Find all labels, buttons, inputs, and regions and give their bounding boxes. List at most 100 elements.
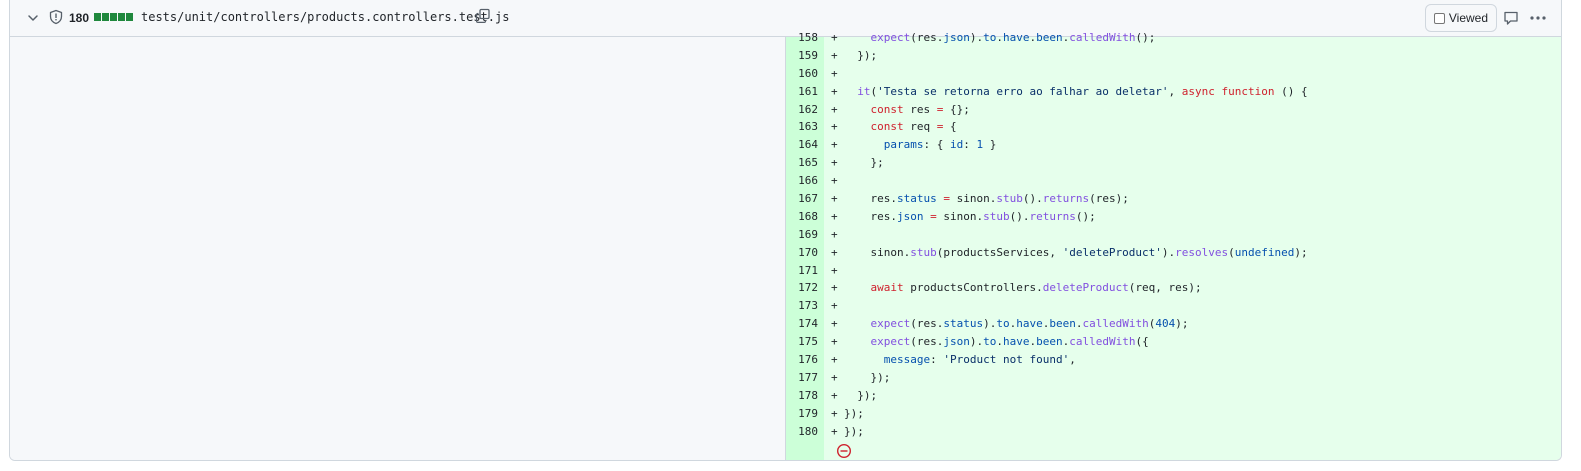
line-number[interactable]: 168 bbox=[786, 208, 818, 226]
no-entry-icon bbox=[836, 443, 852, 459]
code-text: res.status = sinon.stub().returns(res); bbox=[844, 192, 1129, 206]
line-number[interactable]: 178 bbox=[786, 387, 818, 405]
diff-marker: + bbox=[831, 424, 838, 438]
code-text: params: { id: 1 } bbox=[883, 138, 997, 152]
diffstat-block bbox=[94, 13, 101, 21]
diff-marker: + bbox=[831, 31, 838, 44]
diff-marker: + bbox=[831, 209, 838, 223]
line-number[interactable]: 166 bbox=[786, 172, 818, 190]
diff-marker: + bbox=[831, 84, 838, 98]
chevron-down-icon[interactable] bbox=[25, 10, 41, 26]
diff-marker: + bbox=[831, 245, 838, 259]
code-text: expect(res.json).to.have.been.calledWith… bbox=[870, 335, 1149, 349]
diff-line: 159 + }); bbox=[786, 47, 1561, 65]
code-text: await productsControllers.deleteProduct(… bbox=[870, 281, 1202, 295]
diff-line: 175 + expect(res.json).to.have.been.calle… bbox=[786, 333, 1561, 351]
line-number[interactable]: 170 bbox=[786, 244, 818, 262]
code-text: }); bbox=[844, 388, 878, 402]
diffstat-block bbox=[102, 13, 109, 21]
line-number[interactable]: 167 bbox=[786, 190, 818, 208]
diff-right-pane: 158 + expect(res.json).to.have.been.calle… bbox=[786, 31, 1561, 460]
line-number[interactable]: 174 bbox=[786, 315, 818, 333]
diff-line: 166 + bbox=[786, 172, 1561, 190]
diff-line: 179 +}); bbox=[786, 405, 1561, 423]
line-number[interactable]: 159 bbox=[786, 47, 818, 65]
diff-line: 167 + res.status = sinon.stub().returns(r… bbox=[786, 190, 1561, 208]
comment-icon[interactable] bbox=[1503, 10, 1519, 26]
diff-marker: + bbox=[831, 353, 838, 367]
line-number[interactable]: 180 bbox=[786, 423, 818, 441]
line-number[interactable]: 173 bbox=[786, 297, 818, 315]
line-number[interactable]: 162 bbox=[786, 101, 818, 119]
diff-marker: + bbox=[831, 102, 838, 116]
code-text: message: 'Product not found', bbox=[883, 353, 1076, 367]
line-number[interactable]: 175 bbox=[786, 333, 818, 351]
diff-line: 172 + await productsControllers.deletePro… bbox=[786, 279, 1561, 297]
diff-line: 170 + sinon.stub(productsServices, 'delet… bbox=[786, 244, 1561, 262]
diff-marker: + bbox=[831, 174, 838, 188]
line-number[interactable]: 165 bbox=[786, 154, 818, 172]
diff-line: 178 + }); bbox=[786, 387, 1561, 405]
diff-lines: 158 + expect(res.json).to.have.been.calle… bbox=[786, 29, 1561, 440]
diff-line: 174 + expect(res.status).to.have.been.cal… bbox=[786, 315, 1561, 333]
line-number[interactable]: 161 bbox=[786, 83, 818, 101]
diff-marker: + bbox=[831, 263, 838, 277]
viewed-checkbox[interactable] bbox=[1433, 12, 1445, 24]
code-text: expect(res.json).to.have.been.calledWith… bbox=[870, 31, 1156, 44]
line-number[interactable]: 164 bbox=[786, 136, 818, 154]
diff-line: 177 + }); bbox=[786, 369, 1561, 387]
diff-marker: + bbox=[831, 317, 838, 331]
diff-line: 171 + bbox=[786, 262, 1561, 280]
diff-line: 161 + it('Testa se retorna erro ao falhar… bbox=[786, 83, 1561, 101]
viewed-toggle[interactable]: Viewed bbox=[1424, 4, 1497, 32]
code-text: }; bbox=[844, 156, 884, 170]
line-number[interactable]: 172 bbox=[786, 279, 818, 297]
line-number[interactable]: 177 bbox=[786, 369, 818, 387]
diffstat-block bbox=[118, 13, 125, 21]
diff-line: 163 + const req = { bbox=[786, 118, 1561, 136]
diff-line: 164 + params: { id: 1 } bbox=[786, 136, 1561, 154]
line-number[interactable]: 163 bbox=[786, 118, 818, 136]
diff-left-empty-pane bbox=[10, 37, 786, 460]
diff-marker: + bbox=[831, 406, 838, 420]
diff-line: 168 + res.json = sinon.stub().returns(); bbox=[786, 208, 1561, 226]
code-text: }); bbox=[844, 370, 891, 384]
diff-marker: + bbox=[831, 156, 838, 170]
diffstat bbox=[94, 13, 133, 21]
diff-marker: + bbox=[831, 192, 838, 206]
diff-marker: + bbox=[831, 299, 838, 313]
diff-marker: + bbox=[831, 335, 838, 349]
code-text: expect(res.status).to.have.been.calledWi… bbox=[870, 317, 1189, 331]
diffstat-block bbox=[126, 13, 133, 21]
diff-file: 180 tests/unit/controllers/products.cont… bbox=[9, 0, 1562, 461]
diff-marker: + bbox=[831, 138, 838, 152]
diff-line: 176 + message: 'Product not found', bbox=[786, 351, 1561, 369]
diff-line: 180 +}); bbox=[786, 423, 1561, 441]
file-path-link[interactable]: tests/unit/controllers/products.controll… bbox=[141, 10, 509, 24]
shield-icon bbox=[49, 9, 63, 25]
code-text: const res = {}; bbox=[870, 102, 970, 116]
diff-marker: + bbox=[831, 388, 838, 402]
diff-line: 169 + bbox=[786, 226, 1561, 244]
line-number[interactable]: 158 bbox=[786, 29, 818, 47]
diff-marker: + bbox=[831, 227, 838, 241]
line-number[interactable]: 176 bbox=[786, 351, 818, 369]
diff-marker: + bbox=[831, 48, 838, 62]
line-number[interactable]: 171 bbox=[786, 262, 818, 280]
copy-icon[interactable] bbox=[475, 8, 491, 24]
viewed-label: Viewed bbox=[1448, 11, 1488, 25]
line-number[interactable]: 169 bbox=[786, 226, 818, 244]
code-text: }); bbox=[844, 424, 864, 438]
diff-marker: + bbox=[831, 66, 838, 80]
changes-count: 180 bbox=[69, 11, 90, 25]
diff-line: 162 + const res = {}; bbox=[786, 101, 1561, 119]
kebab-horizontal-icon[interactable] bbox=[1529, 10, 1547, 26]
diff-line: 160 + bbox=[786, 65, 1561, 83]
code-text: it('Testa se retorna erro ao falhar ao d… bbox=[857, 84, 1308, 98]
code-text: }); bbox=[844, 406, 864, 420]
diff-marker: + bbox=[831, 120, 838, 134]
diff-line: 173 + bbox=[786, 297, 1561, 315]
diffstat-block bbox=[110, 13, 117, 21]
line-number[interactable]: 179 bbox=[786, 405, 818, 423]
line-number[interactable]: 160 bbox=[786, 65, 818, 83]
